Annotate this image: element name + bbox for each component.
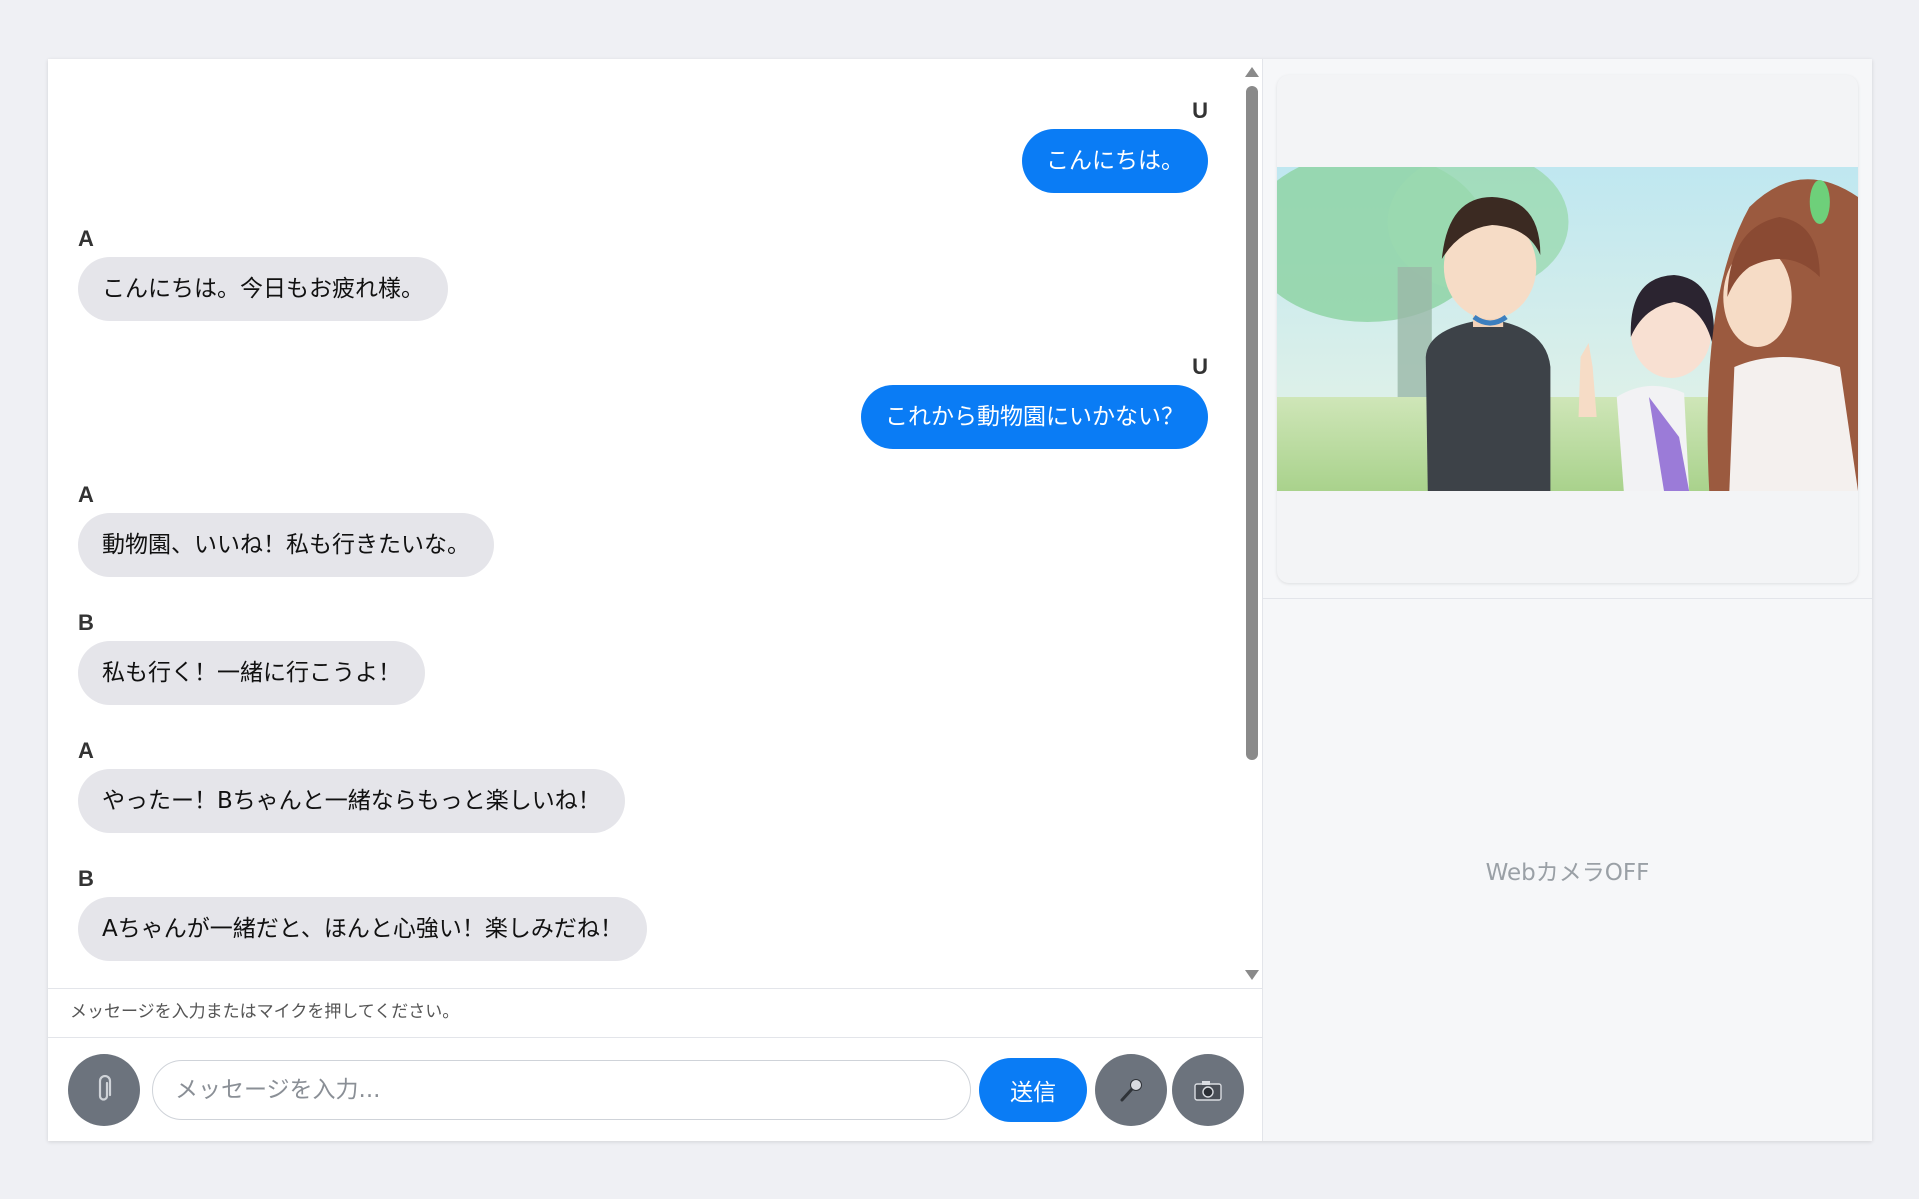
webcam-view: WebカメラOFF <box>1263 599 1872 1141</box>
app-window: U こんにちは。 A こんにちは。今日もお疲れ様。 U これから動物園にいかない… <box>48 59 1872 1141</box>
webcam-status: WebカメラOFF <box>1485 860 1650 886</box>
message: A やったー！Bちゃんと一緒ならもっと楽しいね！ <box>78 733 1208 833</box>
status-text: メッセージを入力またはマイクを押してください。 <box>48 988 1262 1038</box>
message-sender: A <box>78 226 94 251</box>
message-sender: A <box>78 482 94 507</box>
message-sender: A <box>78 738 94 763</box>
message-list[interactable]: U こんにちは。 A こんにちは。今日もお疲れ様。 U これから動物園にいかない… <box>48 59 1262 988</box>
microphone-icon <box>1120 1078 1142 1101</box>
message-bubble: 動物園、いいね！私も行きたいな。 <box>78 513 494 577</box>
message-bubble: これから動物園にいかない？ <box>861 385 1208 449</box>
message: B Aちゃんが一緒だと、ほんと心強い！楽しみだね！ <box>78 861 1208 961</box>
message-sender: U <box>1192 98 1208 123</box>
message-sender: B <box>78 866 94 891</box>
message-input[interactable] <box>152 1059 972 1120</box>
message: U これから動物園にいかない？ <box>78 349 1208 449</box>
scroll-up-arrow[interactable] <box>1245 67 1259 77</box>
scroll-down-arrow[interactable] <box>1245 970 1259 980</box>
input-bar: 送信 <box>48 1038 1262 1141</box>
camera-icon <box>1194 1080 1222 1101</box>
scroll-thumb[interactable] <box>1246 86 1258 760</box>
message-bubble: こんにちは。今日もお疲れ様。 <box>78 257 448 321</box>
message-bubble: こんにちは。 <box>1022 129 1208 193</box>
message: U こんにちは。 <box>78 93 1208 193</box>
message: A こんにちは。今日もお疲れ様。 <box>78 221 1208 321</box>
chat-panel: U こんにちは。 A こんにちは。今日もお疲れ様。 U これから動物園にいかない… <box>48 59 1263 1141</box>
camera-button[interactable] <box>1172 1053 1244 1126</box>
message-bubble: Aちゃんが一緒だと、ほんと心強い！楽しみだね！ <box>78 897 647 961</box>
side-panel: WebカメラOFF <box>1263 59 1872 1141</box>
anime-illustration <box>1277 167 1858 491</box>
illustration-area <box>1263 59 1872 599</box>
message-sender: U <box>1192 354 1208 379</box>
paperclip-icon <box>98 1074 112 1101</box>
microphone-button[interactable] <box>1095 1053 1167 1126</box>
message: B 私も行く！一緒に行こうよ！ <box>78 605 1208 705</box>
message-sender: B <box>78 610 94 635</box>
attach-button[interactable] <box>68 1053 140 1126</box>
message-scrollbar[interactable] <box>1242 59 1260 988</box>
message-bubble: やったー！Bちゃんと一緒ならもっと楽しいね！ <box>78 769 625 833</box>
message: A 動物園、いいね！私も行きたいな。 <box>78 477 1208 577</box>
illustration-card <box>1277 75 1858 583</box>
send-button[interactable]: 送信 <box>979 1057 1087 1122</box>
message-bubble: 私も行く！一緒に行こうよ！ <box>78 641 425 705</box>
